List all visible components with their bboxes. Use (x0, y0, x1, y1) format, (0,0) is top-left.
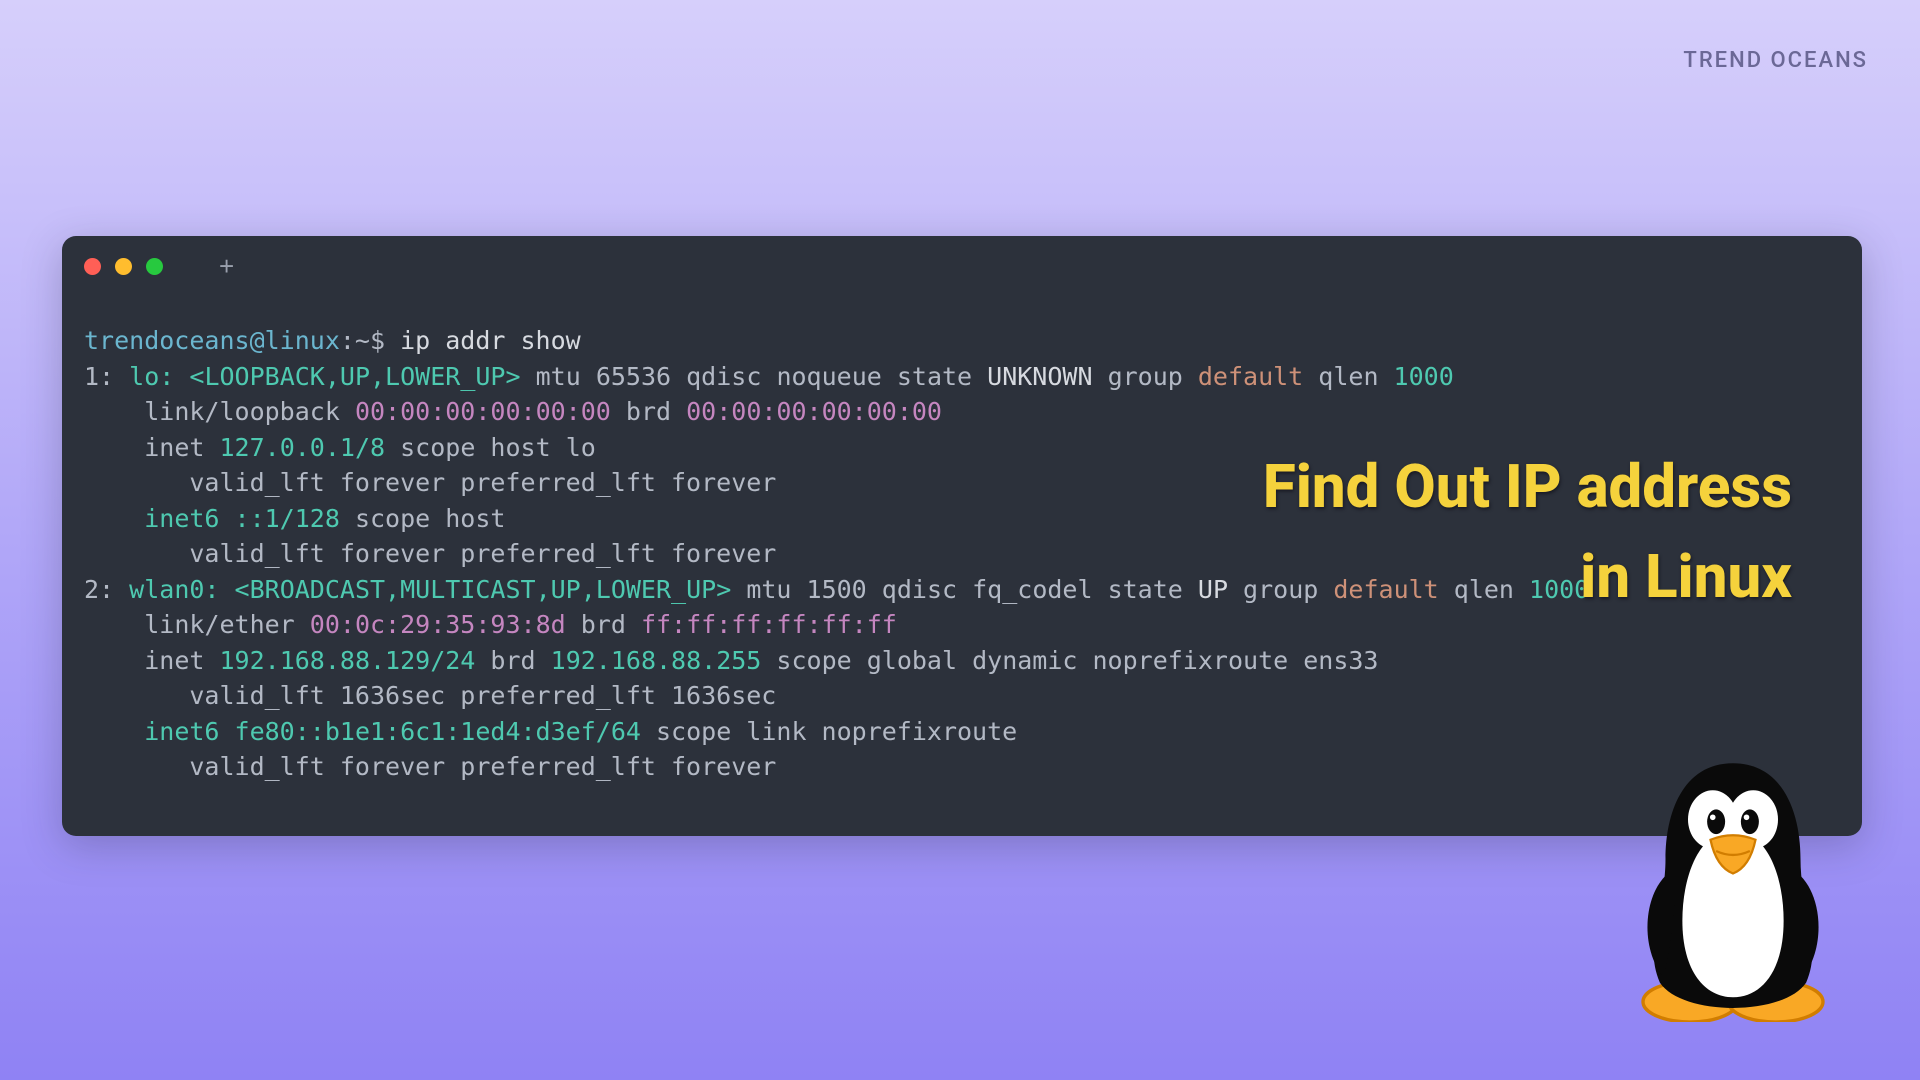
terminal-titlebar: + (80, 254, 1844, 295)
brand-label: TREND OCEANS (1683, 48, 1868, 73)
if1-inet6-scope: scope link noprefixroute (656, 717, 1017, 746)
if0-linktype: link/loopback (144, 397, 340, 426)
if1-mac: 00:0c:29:35:93:8d (310, 610, 566, 639)
if0-qdisc: noqueue (776, 362, 881, 391)
if1-brd: ff:ff:ff:ff:ff:ff (641, 610, 897, 639)
if1-inet-lft: valid_lft 1636sec preferred_lft 1636sec (189, 681, 776, 710)
if1-linktype: link/ether (144, 610, 295, 639)
if1-inet: 192.168.88.129/24 (219, 646, 475, 675)
if0-inet6: ::1/128 (235, 504, 340, 533)
headline-line2: in Linux (1580, 541, 1792, 612)
if1-idx: 2: (84, 575, 114, 604)
if1-name: wlan0: (129, 575, 219, 604)
prompt-path: :~$ (340, 326, 400, 355)
if0-mac: 00:00:00:00:00:00 (355, 397, 611, 426)
tux-penguin-icon (1618, 752, 1848, 1022)
minimize-icon[interactable] (115, 258, 132, 275)
if0-qlen: 1000 (1394, 362, 1454, 391)
if0-inet-scope: scope host lo (400, 433, 596, 462)
if0-mtu: 65536 (596, 362, 671, 391)
if1-mtu: 1500 (807, 575, 867, 604)
if0-name: lo: (129, 362, 174, 391)
if0-idx: 1: (84, 362, 114, 391)
if0-inet6-lft: valid_lft forever preferred_lft forever (189, 539, 776, 568)
if1-inet-brd: 192.168.88.255 (551, 646, 762, 675)
if0-flags: <LOOPBACK,UP,LOWER_UP> (189, 362, 520, 391)
if1-state: UP (1198, 575, 1228, 604)
prompt-command: ip addr show (400, 326, 581, 355)
if1-flags: <BROADCAST,MULTICAST,UP,LOWER_UP> (235, 575, 732, 604)
headline: Find Out IP address in Linux (1263, 442, 1792, 622)
plus-icon[interactable]: + (219, 258, 234, 275)
if0-state: UNKNOWN (987, 362, 1092, 391)
close-icon[interactable] (84, 258, 101, 275)
maximize-icon[interactable] (146, 258, 163, 275)
prompt-user: trendoceans@linux (84, 326, 340, 355)
if0-inet-lft: valid_lft forever preferred_lft forever (189, 468, 776, 497)
if0-inet: 127.0.0.1/8 (219, 433, 385, 462)
if1-qdisc: fq_codel (972, 575, 1092, 604)
if0-brd: 00:00:00:00:00:00 (686, 397, 942, 426)
if1-inet-scope: scope global dynamic noprefixroute ens33 (776, 646, 1378, 675)
if1-inet6: fe80::b1e1:6c1:1ed4:d3ef/64 (235, 717, 641, 746)
if0-group: default (1198, 362, 1303, 391)
if0-inet6-scope: scope host (355, 504, 506, 533)
if1-inet6-lft: valid_lft forever preferred_lft forever (189, 752, 776, 781)
headline-line1: Find Out IP address (1263, 451, 1792, 522)
